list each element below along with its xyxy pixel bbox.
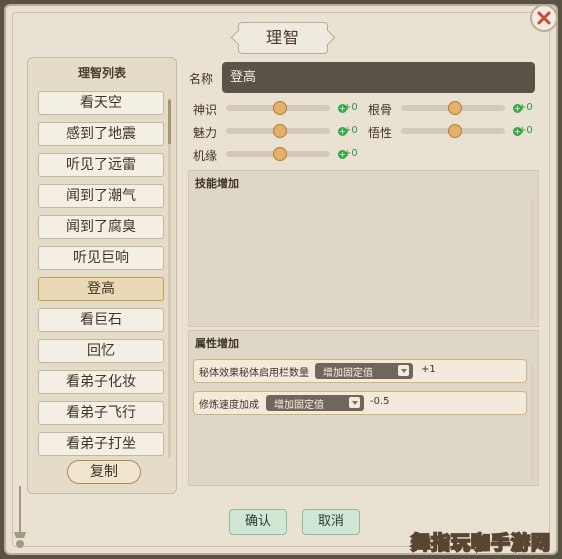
- stat-value: +0: [343, 148, 358, 159]
- skill-section-title: 技能增加: [195, 177, 239, 190]
- stat-slider-thumb[interactable]: [273, 147, 287, 161]
- stat-value: +0: [518, 125, 533, 136]
- skill-section: 技能增加: [188, 170, 539, 327]
- stat-label: 机缘: [193, 149, 218, 163]
- list-item[interactable]: 闻到了潮气: [38, 184, 164, 208]
- list-item[interactable]: 回忆: [38, 339, 164, 363]
- stat-slider-thumb[interactable]: [273, 124, 287, 138]
- list-item[interactable]: 闻到了腐臭: [38, 215, 164, 239]
- list-item[interactable]: 感到了地震: [38, 122, 164, 146]
- list-item[interactable]: 看天空: [38, 91, 164, 115]
- stat-label: 根骨: [368, 103, 393, 117]
- attribute-value[interactable]: -0.5: [370, 396, 390, 407]
- list-item-selected[interactable]: 登高: [38, 277, 164, 301]
- attribute-row: 秘体效果秘体启用栏数量 增加固定值 +1: [193, 359, 527, 383]
- stat-label: 悟性: [368, 126, 393, 140]
- attribute-mode-select[interactable]: 增加固定值: [315, 363, 413, 379]
- attribute-section-title: 属性增加: [195, 337, 239, 350]
- list-panel: 理智列表 看天空 感到了地震 听见了远雷 闻到了潮气 闻到了腐臭 听见巨响 登高…: [27, 57, 177, 494]
- list-header: 理智列表: [77, 66, 126, 80]
- list-scroll-thumb[interactable]: [168, 100, 171, 144]
- confirm-button[interactable]: 确认: [229, 509, 287, 535]
- stat-slider-thumb[interactable]: [448, 101, 462, 115]
- copy-button[interactable]: 复制: [67, 460, 141, 484]
- attribute-mode-value: 增加固定值: [323, 368, 373, 379]
- dialog-title: 理智: [238, 22, 328, 54]
- attribute-value[interactable]: +1: [421, 364, 436, 375]
- list-item[interactable]: 看巨石: [38, 308, 164, 332]
- attribute-mode-value: 增加固定值: [274, 400, 324, 411]
- list-item[interactable]: 看弟子飞行: [38, 401, 164, 425]
- list-item[interactable]: 看弟子化妆: [38, 370, 164, 394]
- cancel-button[interactable]: 取消: [302, 509, 360, 535]
- stat-label: 魅力: [193, 126, 218, 140]
- chevron-down-icon: [398, 365, 409, 376]
- stat-slider-thumb[interactable]: [273, 101, 287, 115]
- attribute-label: 秘体效果秘体启用栏数量: [199, 368, 309, 379]
- attribute-mode-select[interactable]: 增加固定值: [266, 395, 364, 411]
- stat-value: +0: [343, 102, 358, 113]
- list-item[interactable]: 听见了远雷: [38, 153, 164, 177]
- name-label: 名称: [189, 72, 214, 86]
- stat-value: +0: [343, 125, 358, 136]
- attribute-scrollbar[interactable]: [531, 366, 534, 480]
- name-input[interactable]: 登高: [222, 62, 535, 93]
- close-button[interactable]: [530, 4, 558, 32]
- list-scrollbar[interactable]: [168, 98, 171, 458]
- chevron-down-icon: [349, 397, 360, 408]
- list-item[interactable]: 看弟子打坐: [38, 432, 164, 456]
- title-text: 理智: [265, 28, 300, 47]
- attribute-row: 修炼速度加成 增加固定值 -0.5: [193, 391, 527, 415]
- ornament-icon: [14, 486, 26, 548]
- list-item[interactable]: 听见巨响: [38, 246, 164, 270]
- list-items: 看天空 感到了地震 听见了远雷 闻到了潮气 闻到了腐臭 听见巨响 登高 看巨石 …: [38, 91, 164, 469]
- stat-value: +0: [518, 102, 533, 113]
- stat-label: 神识: [193, 103, 218, 117]
- close-icon: [537, 11, 551, 25]
- attribute-label: 修炼速度加成: [199, 400, 259, 411]
- stat-slider-thumb[interactable]: [448, 124, 462, 138]
- watermark-text: 舞指玩咖手游网: [410, 531, 552, 555]
- skill-scrollbar[interactable]: [531, 199, 534, 319]
